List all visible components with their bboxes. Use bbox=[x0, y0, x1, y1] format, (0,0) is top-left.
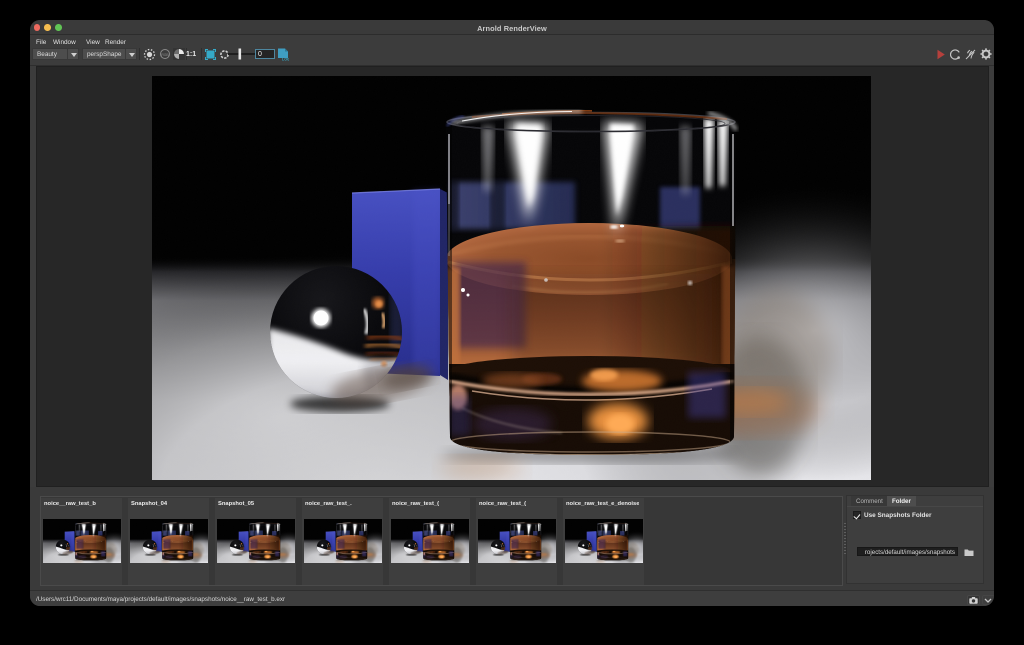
svg-text:LOG: LOG bbox=[282, 57, 289, 60]
svg-text:RGB: RGB bbox=[161, 53, 169, 57]
